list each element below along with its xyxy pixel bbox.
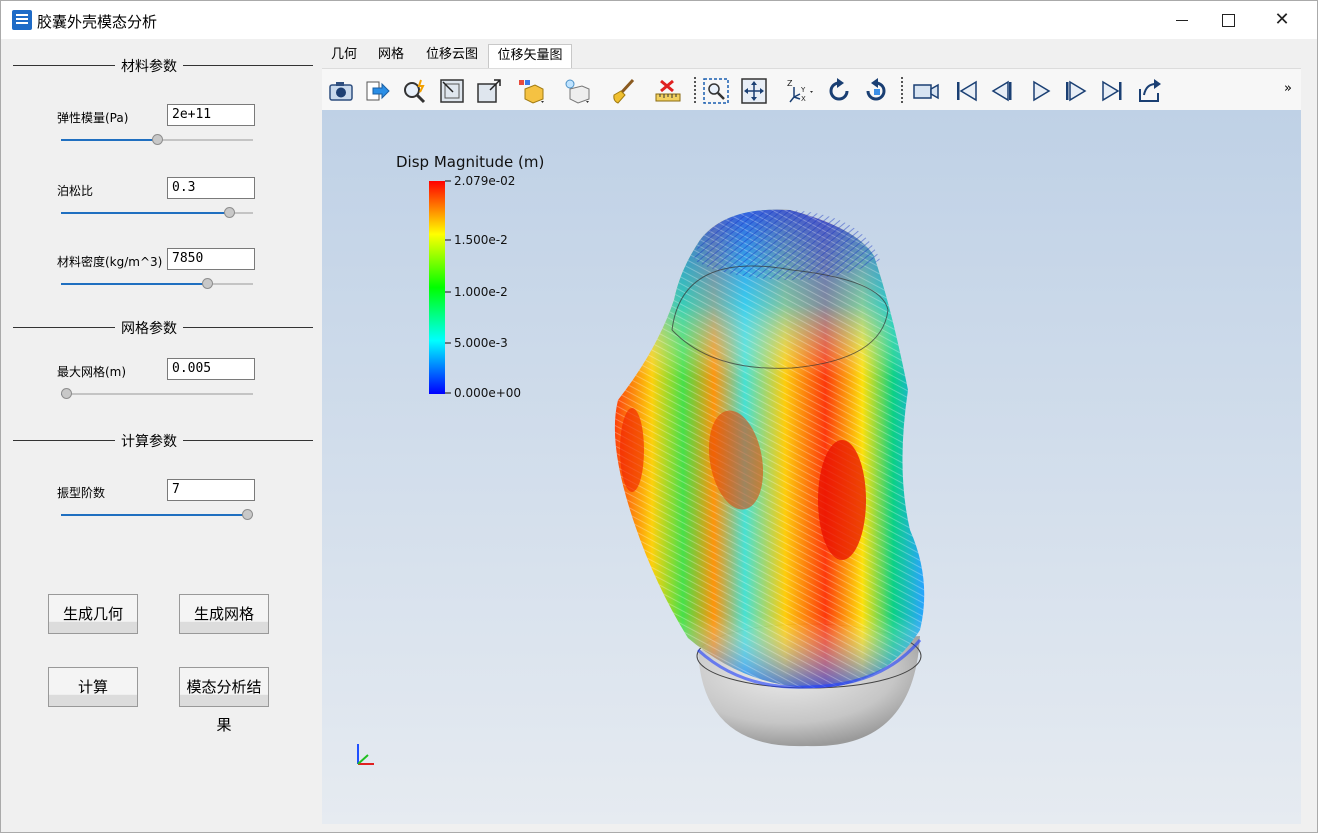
zoom-box-icon[interactable] [702, 77, 730, 105]
orientation-axes-icon [357, 744, 374, 765]
poisson-ratio-label: 泊松比 [57, 184, 94, 198]
compute-button[interactable]: 计算 [48, 667, 138, 707]
legend-tick: 5.000e-3 [445, 336, 508, 350]
mode-order-input[interactable]: 7 [167, 479, 255, 501]
toolbar-separator [694, 77, 696, 103]
toolbar-separator [901, 77, 903, 103]
slider-fill [61, 283, 208, 285]
close-icon: ✕ [1274, 9, 1290, 30]
rotate-ccw-icon[interactable] [862, 77, 890, 105]
maximize-icon [1222, 14, 1235, 27]
minimize-icon [1176, 20, 1188, 21]
youngs-modulus-input[interactable]: 2e+11 [167, 104, 255, 126]
play-icon[interactable] [1026, 77, 1054, 105]
close-button[interactable]: ✕ [1259, 1, 1305, 39]
display-mode-icon[interactable] [517, 77, 545, 105]
app-window: 胶囊外壳模态分析 ✕ 材料参数 弹性模量(Pa) 2e+11 泊松比 0.3 材… [0, 0, 1318, 833]
camera-icon[interactable] [327, 77, 355, 105]
tab-geometry[interactable]: 几何 [323, 44, 365, 68]
prev-frame-icon[interactable] [988, 77, 1016, 105]
legend-tick-label: 5.000e-3 [454, 336, 508, 350]
legend-tick: 0.000e+00 [445, 386, 521, 400]
youngs-modulus-slider[interactable] [61, 134, 253, 145]
tab-disp-contour[interactable]: 位移云图 [419, 44, 485, 68]
svg-text:Z: Z [787, 79, 793, 88]
legend-tick-label: 1.500e-2 [454, 233, 508, 247]
svg-text:X: X [801, 95, 806, 103]
slider-handle[interactable] [61, 388, 72, 399]
color-legend: Disp Magnitude (m) 2.079e-02 1.500e-2 1.… [396, 153, 544, 400]
legend-title: Disp Magnitude (m) [396, 153, 544, 171]
poisson-ratio-slider[interactable] [61, 207, 253, 218]
light-icon[interactable] [562, 77, 590, 105]
render-viewport[interactable]: Disp Magnitude (m) 2.079e-02 1.500e-2 1.… [322, 110, 1301, 824]
legend-tick: 1.000e-2 [445, 285, 508, 299]
mode-order-slider[interactable] [61, 509, 253, 520]
reset-camera-icon[interactable] [438, 77, 466, 105]
max-mesh-label: 最大网格(m) [57, 365, 127, 379]
tab-disp-vector[interactable]: 位移矢量图 [488, 44, 572, 69]
viewport-right-border [1301, 68, 1315, 826]
calc-group-title: 计算参数 [115, 431, 183, 451]
deformed-capsule-vector-field [614, 209, 925, 689]
tab-mesh[interactable]: 网格 [369, 44, 413, 68]
ruler-icon[interactable] [654, 77, 682, 105]
view-toolbar: Z Y X » [322, 68, 1301, 111]
zoom-magic-icon[interactable] [401, 77, 429, 105]
loop-icon[interactable] [1136, 77, 1164, 105]
legend-tick-label: 0.000e+00 [454, 386, 521, 400]
app-logo-icon [12, 10, 32, 30]
toolbar-overflow-button[interactable]: » [1284, 81, 1292, 96]
slider-handle[interactable] [151, 134, 163, 145]
slider-handle[interactable] [202, 278, 214, 289]
svg-text:Y: Y [800, 86, 806, 94]
title-bar: 胶囊外壳模态分析 ✕ [1, 1, 1317, 39]
legend-tick: 1.500e-2 [445, 233, 508, 247]
legend-gradient-bar [429, 181, 445, 394]
legend-tick-label: 2.079e-02 [454, 174, 515, 188]
first-frame-icon[interactable] [952, 77, 980, 105]
open-window-icon[interactable] [475, 77, 503, 105]
density-label: 材料密度(kg/m^3) [57, 255, 163, 269]
fit-view-icon[interactable] [740, 77, 768, 105]
slider-fill [61, 212, 230, 214]
slider-handle[interactable] [242, 509, 253, 520]
record-camera-icon[interactable] [912, 77, 940, 105]
next-frame-icon[interactable] [1062, 77, 1090, 105]
mesh-group-title: 网格参数 [115, 318, 183, 338]
mode-order-label: 振型阶数 [57, 486, 106, 500]
render-canvas: Disp Magnitude (m) 2.079e-02 1.500e-2 1.… [357, 153, 925, 765]
density-slider[interactable] [61, 278, 253, 289]
maximize-button[interactable] [1205, 1, 1251, 39]
axes-orient-icon[interactable]: Z Y X [786, 77, 814, 105]
modal-result-button[interactable]: 模态分析结果 [179, 667, 269, 734]
slider-fill [61, 514, 248, 516]
poisson-ratio-input[interactable]: 0.3 [167, 177, 255, 199]
max-mesh-slider[interactable] [61, 388, 253, 399]
generate-mesh-button[interactable]: 生成网格 [179, 594, 269, 634]
slider-fill [61, 139, 157, 141]
youngs-modulus-label: 弹性模量(Pa) [57, 111, 129, 125]
brush-icon[interactable] [609, 77, 637, 105]
slider-handle[interactable] [223, 207, 235, 218]
material-group-title: 材料参数 [115, 56, 183, 76]
window-title: 胶囊外壳模态分析 [37, 13, 158, 31]
legend-tick: 2.079e-02 [445, 174, 515, 188]
max-mesh-input[interactable]: 0.005 [167, 358, 255, 380]
generate-geometry-button[interactable]: 生成几何 [48, 594, 138, 634]
export-arrow-icon[interactable] [364, 77, 392, 105]
last-frame-icon[interactable] [1099, 77, 1127, 105]
minimize-button[interactable] [1159, 1, 1205, 39]
density-input[interactable]: 7850 [167, 248, 255, 270]
legend-tick-label: 1.000e-2 [454, 285, 508, 299]
rotate-cw-icon[interactable] [825, 77, 853, 105]
